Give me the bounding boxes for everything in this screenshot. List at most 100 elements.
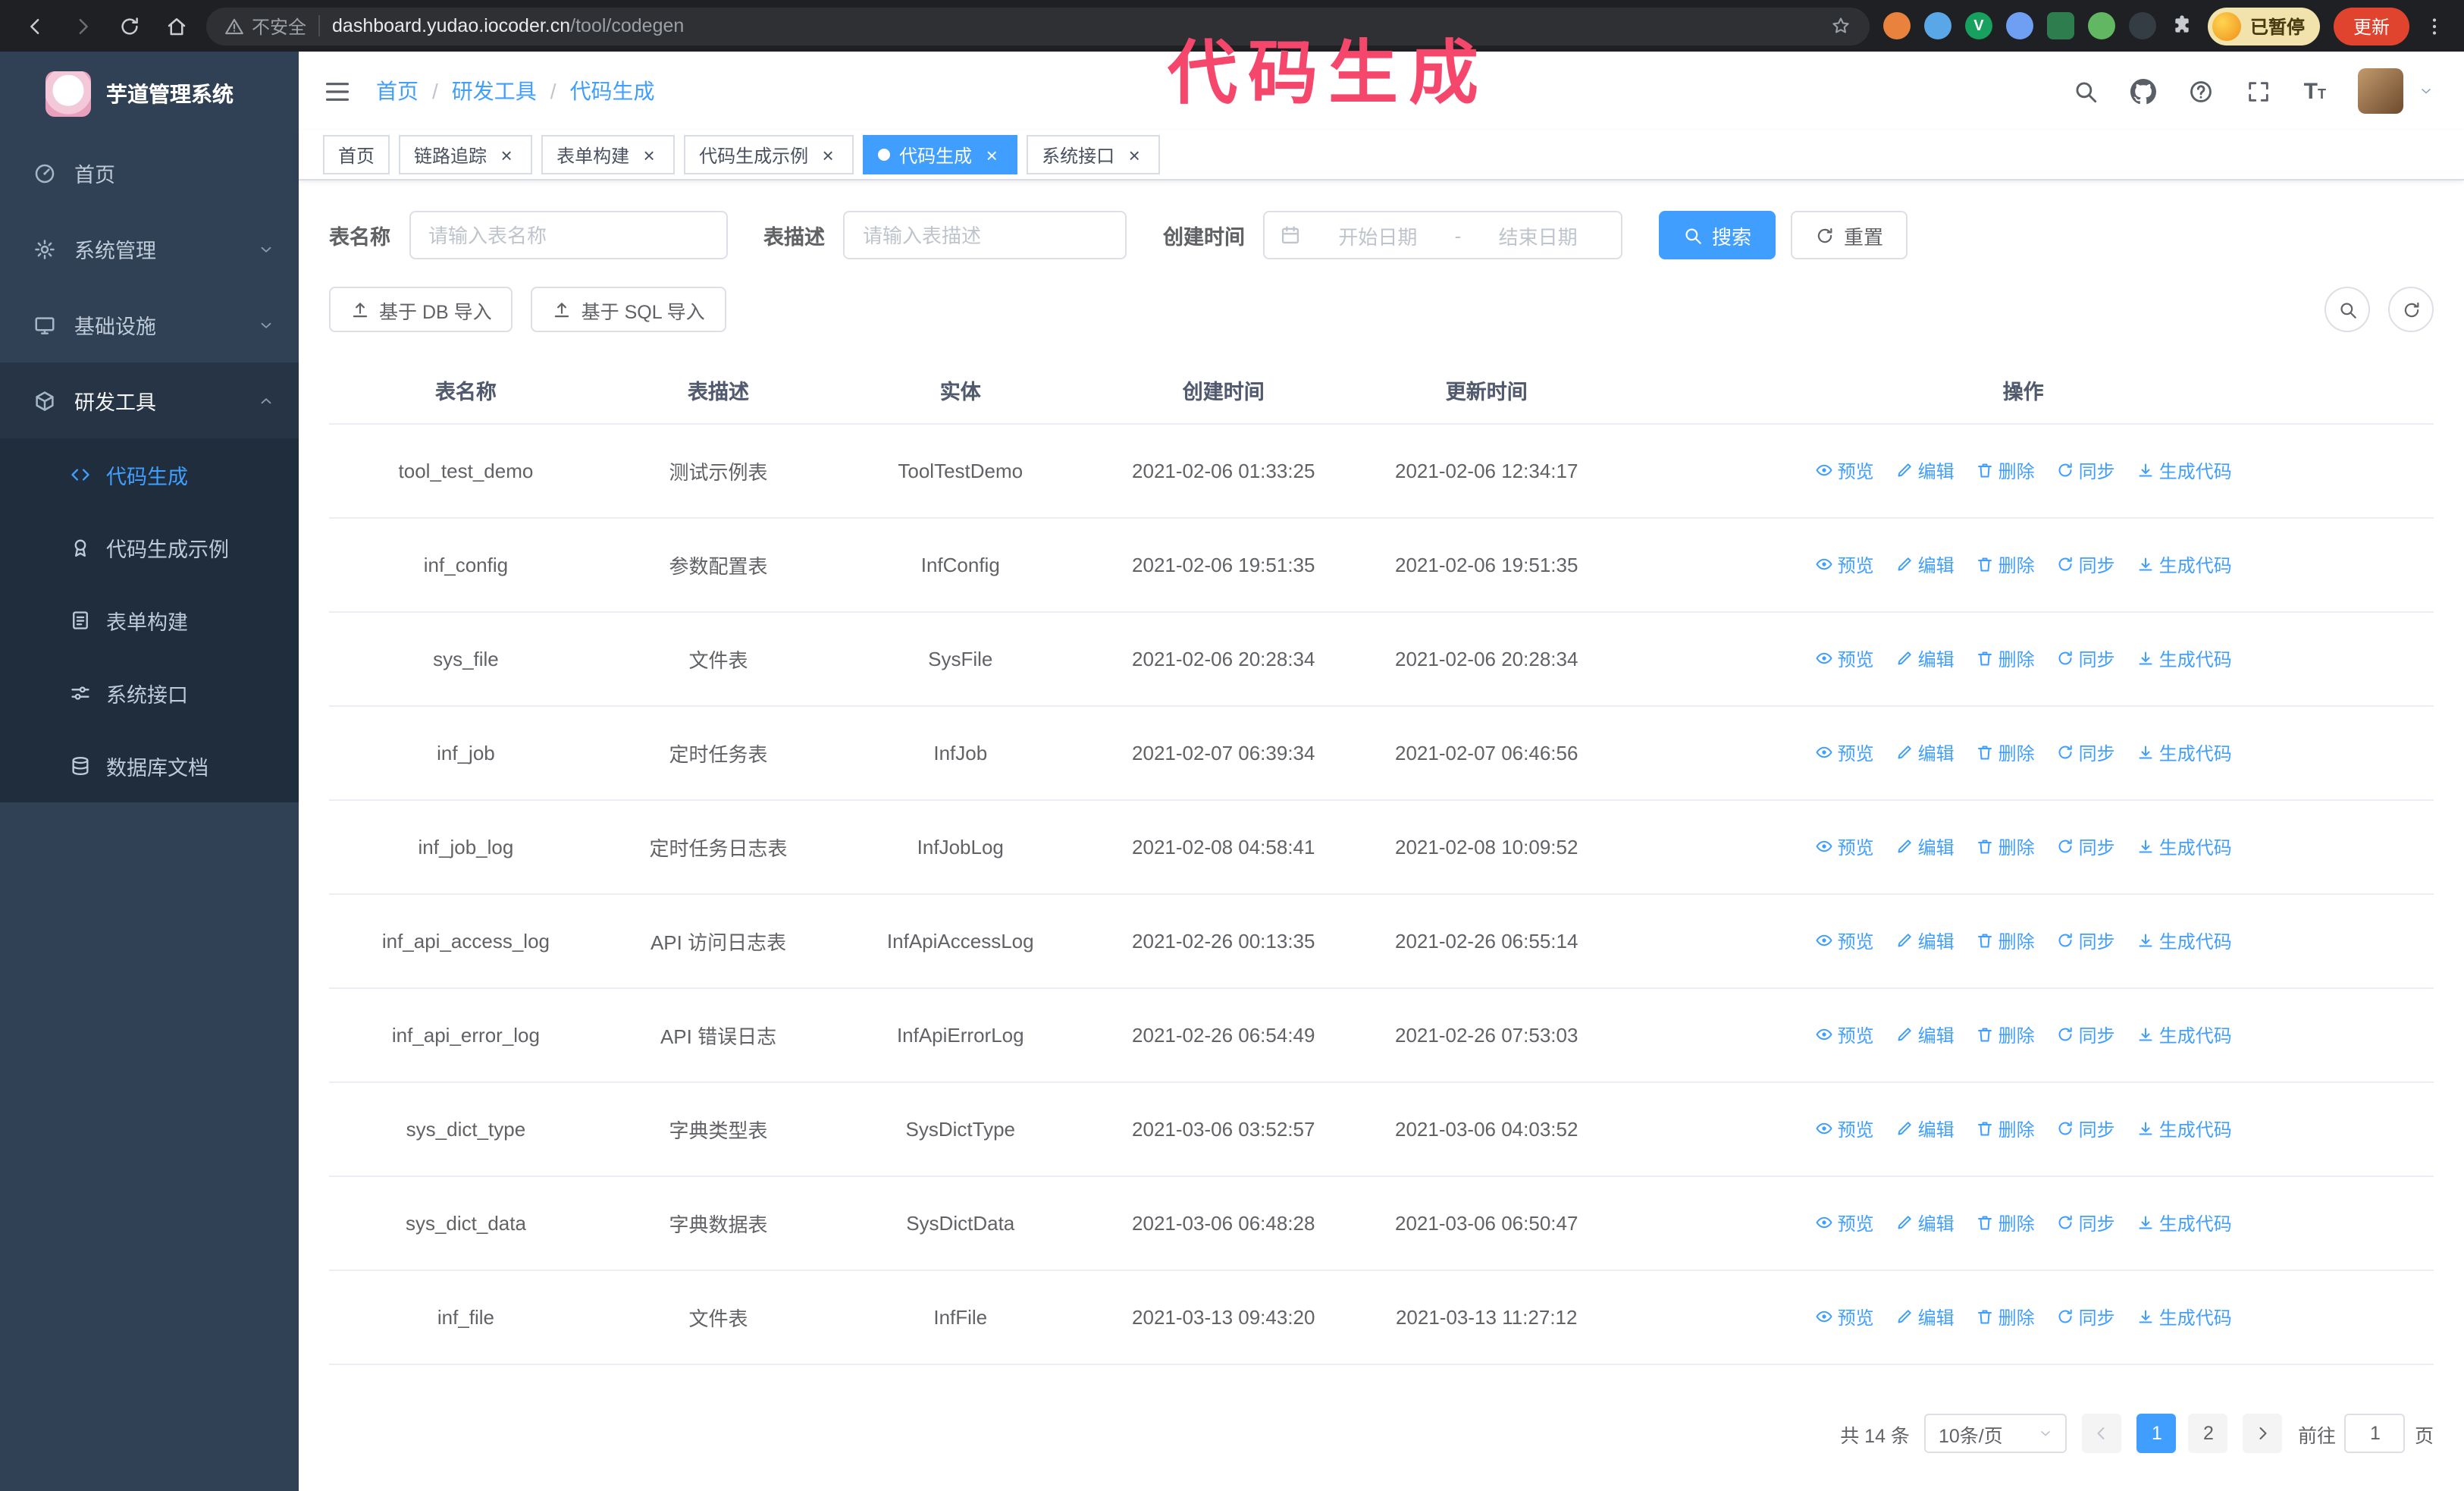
github-icon[interactable] (2130, 78, 2157, 104)
import-db-button[interactable]: 基于 DB 导入 (329, 287, 513, 332)
fullscreen-icon[interactable] (2246, 78, 2272, 104)
extension-icon-orange[interactable] (1882, 12, 1911, 39)
user-avatar[interactable] (2358, 68, 2403, 114)
profile-chip[interactable]: 已暂停 (2207, 7, 2320, 45)
sidebar-subitem-codegen-example[interactable]: 代码生成示例 (0, 511, 299, 584)
action-edit-link[interactable]: 编辑 (1895, 834, 1955, 860)
action-delete-link[interactable]: 删除 (1976, 1304, 2035, 1330)
close-icon[interactable]: × (496, 143, 517, 166)
action-sync-link[interactable]: 同步 (2056, 1304, 2115, 1330)
import-sql-button[interactable]: 基于 SQL 导入 (531, 287, 726, 332)
action-edit-link[interactable]: 编辑 (1895, 1304, 1955, 1330)
table-name-input[interactable] (409, 211, 727, 259)
extension-icon-water-drop[interactable] (1923, 12, 1951, 39)
action-generate-link[interactable]: 生成代码 (2136, 834, 2232, 860)
table-desc-input[interactable] (843, 211, 1127, 259)
action-delete-link[interactable]: 删除 (1976, 1022, 2035, 1048)
extension-icon-dark-green[interactable] (2046, 12, 2074, 39)
security-status[interactable]: 不安全 (224, 13, 306, 39)
page-button-1[interactable]: 1 (2136, 1414, 2177, 1453)
action-generate-link[interactable]: 生成代码 (2136, 1116, 2232, 1142)
action-edit-link[interactable]: 编辑 (1895, 1022, 1955, 1048)
browser-menu-icon[interactable] (2423, 14, 2446, 37)
action-delete-link[interactable]: 删除 (1976, 834, 2035, 860)
sidebar-item-home[interactable]: 首页 (0, 135, 299, 211)
sidebar-item-infrastructure[interactable]: 基础设施 (0, 287, 299, 363)
action-edit-link[interactable]: 编辑 (1895, 552, 1955, 578)
close-icon[interactable]: × (638, 143, 660, 166)
action-edit-link[interactable]: 编辑 (1895, 1116, 1955, 1142)
action-preview-link[interactable]: 预览 (1815, 458, 1874, 484)
action-delete-link[interactable]: 删除 (1976, 1210, 2035, 1236)
action-delete-link[interactable]: 删除 (1976, 552, 2035, 578)
page-size-select[interactable]: 10条/页 (1924, 1414, 2067, 1453)
action-generate-link[interactable]: 生成代码 (2136, 1022, 2232, 1048)
action-generate-link[interactable]: 生成代码 (2136, 1304, 2232, 1330)
help-icon[interactable] (2189, 78, 2215, 104)
next-page-button[interactable] (2243, 1414, 2283, 1453)
action-edit-link[interactable]: 编辑 (1895, 928, 1955, 954)
refresh-table-button[interactable] (2388, 287, 2434, 332)
avatar-caret-icon[interactable] (2419, 83, 2434, 99)
font-size-icon[interactable]: TT (2304, 78, 2326, 104)
app-logo[interactable]: 芋道管理系统 (0, 52, 299, 135)
action-preview-link[interactable]: 预览 (1815, 834, 1874, 860)
tab-system-api[interactable]: 系统接口 × (1027, 135, 1161, 174)
action-generate-link[interactable]: 生成代码 (2136, 928, 2232, 954)
page-button-2[interactable]: 2 (2188, 1414, 2228, 1453)
hamburger-icon[interactable] (323, 77, 352, 105)
tab-codegen[interactable]: 代码生成 × (863, 135, 1018, 174)
prev-page-button[interactable] (2082, 1414, 2122, 1453)
browser-home-icon[interactable] (159, 9, 193, 42)
close-icon[interactable]: × (1124, 143, 1145, 166)
extension-icon-leaf[interactable] (2087, 12, 2115, 39)
action-delete-link[interactable]: 删除 (1976, 1116, 2035, 1142)
breadcrumb-item-0[interactable]: 首页 (376, 76, 419, 106)
action-generate-link[interactable]: 生成代码 (2136, 552, 2232, 578)
browser-forward-icon[interactable] (65, 9, 99, 42)
close-icon[interactable]: × (981, 143, 1002, 166)
action-generate-link[interactable]: 生成代码 (2136, 458, 2232, 484)
action-delete-link[interactable]: 删除 (1976, 646, 2035, 672)
action-delete-link[interactable]: 删除 (1976, 740, 2035, 766)
tab-trace[interactable]: 链路追踪 × (399, 135, 533, 174)
action-sync-link[interactable]: 同步 (2056, 646, 2115, 672)
breadcrumb-item-1[interactable]: 研发工具 (452, 76, 537, 106)
action-sync-link[interactable]: 同步 (2056, 552, 2115, 578)
action-edit-link[interactable]: 编辑 (1895, 1210, 1955, 1236)
action-generate-link[interactable]: 生成代码 (2136, 1210, 2232, 1236)
reset-button[interactable]: 重置 (1791, 211, 1908, 259)
action-edit-link[interactable]: 编辑 (1895, 646, 1955, 672)
tab-home[interactable]: 首页 (323, 135, 390, 174)
action-preview-link[interactable]: 预览 (1815, 740, 1874, 766)
date-range-picker[interactable]: 开始日期 - 结束日期 (1263, 211, 1622, 259)
action-sync-link[interactable]: 同步 (2056, 740, 2115, 766)
header-search-icon[interactable] (2074, 78, 2099, 104)
browser-update-button[interactable]: 更新 (2333, 7, 2409, 45)
action-preview-link[interactable]: 预览 (1815, 1210, 1874, 1236)
sidebar-item-system-mgmt[interactable]: 系统管理 (0, 211, 299, 287)
action-preview-link[interactable]: 预览 (1815, 646, 1874, 672)
sidebar-item-dev-tools[interactable]: 研发工具 (0, 363, 299, 438)
browser-back-icon[interactable] (18, 9, 52, 42)
action-preview-link[interactable]: 预览 (1815, 1022, 1874, 1048)
action-preview-link[interactable]: 预览 (1815, 1116, 1874, 1142)
extensions-puzzle-icon[interactable] (2170, 14, 2194, 38)
extension-icon-people[interactable] (2005, 12, 2033, 39)
sidebar-subitem-db-doc[interactable]: 数据库文档 (0, 730, 299, 802)
action-sync-link[interactable]: 同步 (2056, 1116, 2115, 1142)
search-button[interactable]: 搜索 (1659, 211, 1776, 259)
action-preview-link[interactable]: 预览 (1815, 552, 1874, 578)
action-sync-link[interactable]: 同步 (2056, 458, 2115, 484)
sidebar-subitem-codegen[interactable]: 代码生成 (0, 438, 299, 511)
action-preview-link[interactable]: 预览 (1815, 1304, 1874, 1330)
browser-reload-icon[interactable] (112, 9, 146, 42)
action-sync-link[interactable]: 同步 (2056, 928, 2115, 954)
sidebar-subitem-system-api[interactable]: 系统接口 (0, 657, 299, 730)
action-generate-link[interactable]: 生成代码 (2136, 740, 2232, 766)
close-icon[interactable]: × (817, 143, 839, 166)
breadcrumb-item-2[interactable]: 代码生成 (570, 76, 655, 106)
action-delete-link[interactable]: 删除 (1976, 458, 2035, 484)
action-delete-link[interactable]: 删除 (1976, 928, 2035, 954)
action-sync-link[interactable]: 同步 (2056, 1210, 2115, 1236)
